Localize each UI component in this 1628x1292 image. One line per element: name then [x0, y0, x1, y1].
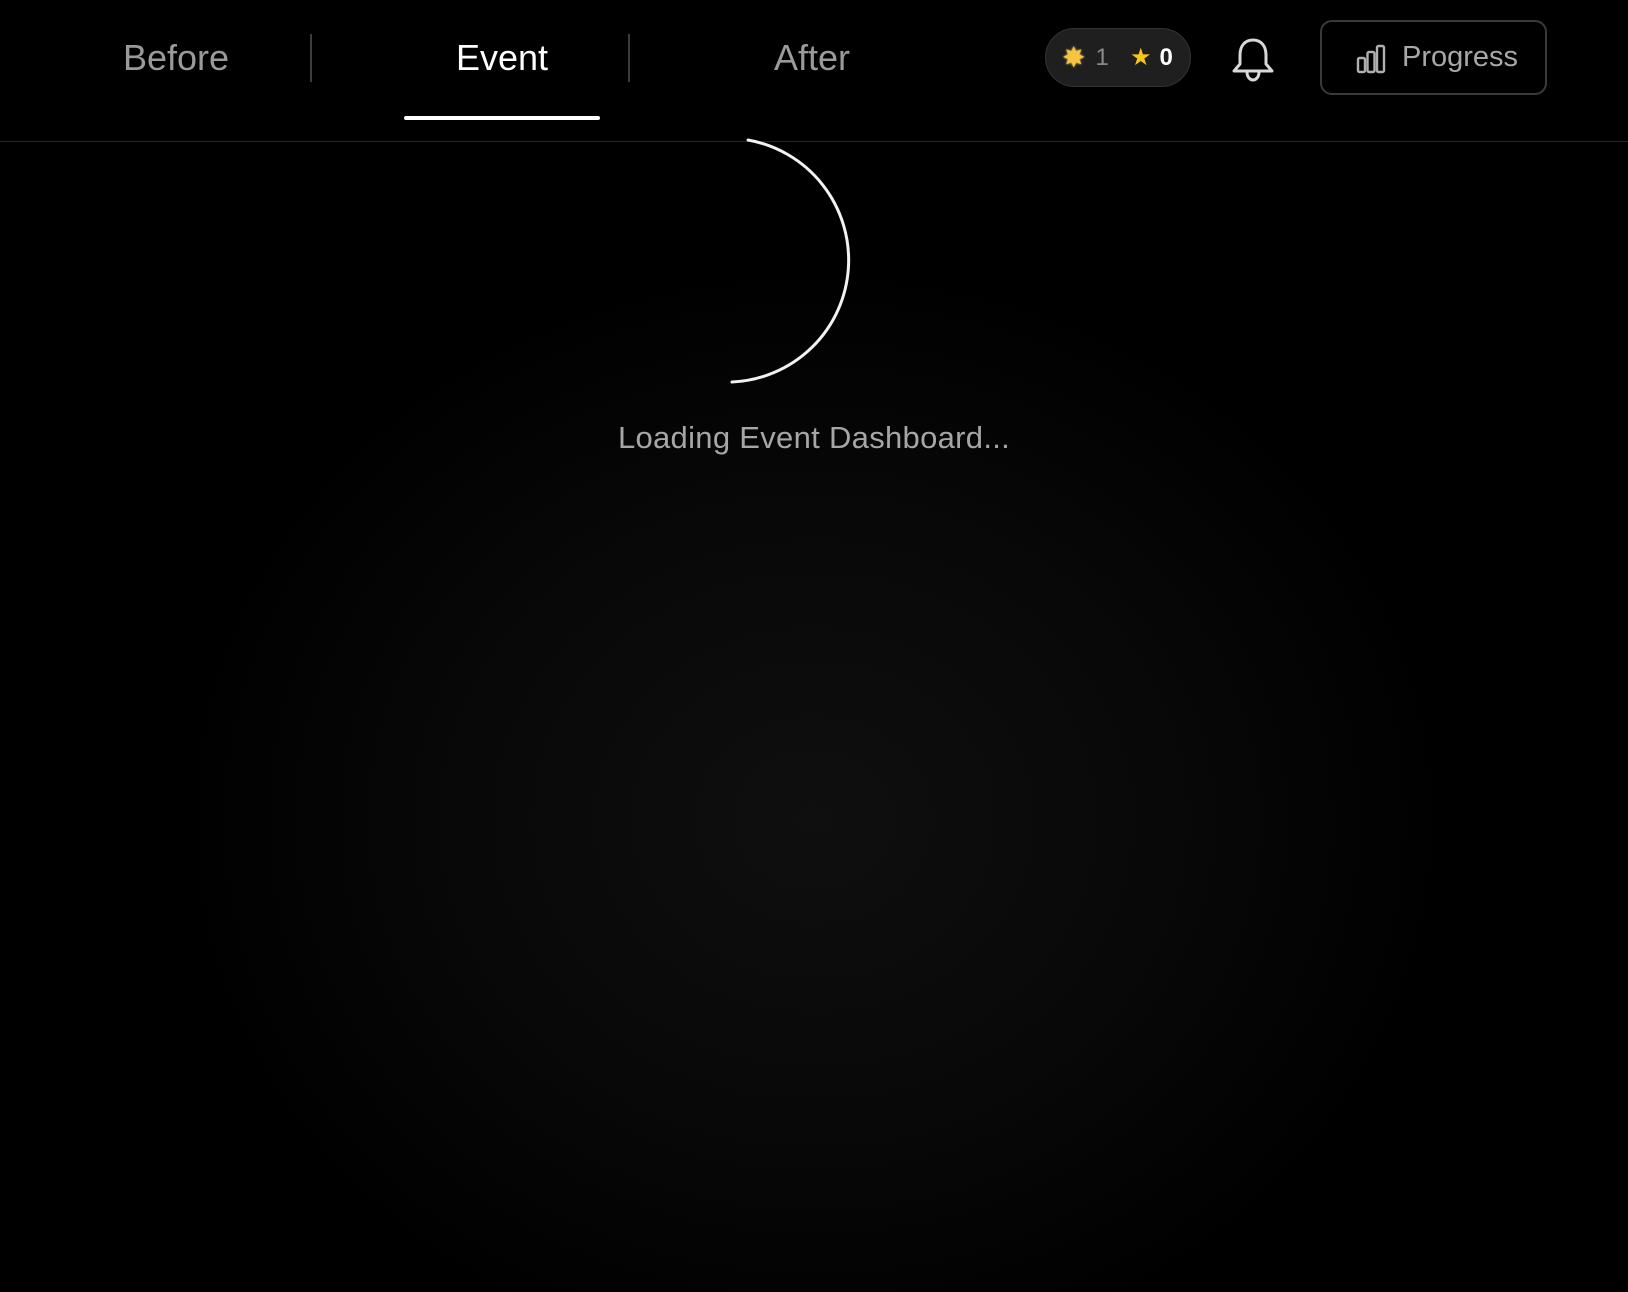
sparkle-count: 1: [1095, 43, 1109, 71]
star-icon: ★: [1130, 43, 1152, 71]
loading-message: Loading Event Dashboard...: [617, 420, 1011, 455]
stats-pill[interactable]: ✸ 1 ★ 0: [1045, 28, 1191, 87]
bell-icon: [1232, 38, 1274, 82]
bar-chart-icon: [1356, 44, 1386, 74]
tab-after[interactable]: After: [712, 30, 912, 86]
star-count: 0: [1159, 43, 1173, 71]
active-tab-indicator: [404, 116, 600, 120]
tab-event[interactable]: Event: [404, 30, 600, 86]
progress-button-label: Progress: [1402, 41, 1519, 73]
star-stat: ★ 0: [1130, 29, 1173, 86]
sparkle-star-icon: ✸: [1062, 41, 1086, 73]
progress-button[interactable]: Progress: [1320, 20, 1547, 95]
loading-spinner: [730, 138, 851, 384]
top-navigation-bar: Before Event After ✸ 1 ★ 0 Progress: [0, 0, 1628, 142]
tab-before[interactable]: Before: [76, 30, 276, 86]
page: Before Event After ✸ 1 ★ 0 Progress Load…: [0, 0, 1628, 1292]
notifications-button[interactable]: [1228, 34, 1278, 84]
tab-divider: [628, 34, 630, 82]
tab-divider: [310, 34, 312, 82]
sparkle-stat: ✸ 1: [1062, 29, 1109, 86]
